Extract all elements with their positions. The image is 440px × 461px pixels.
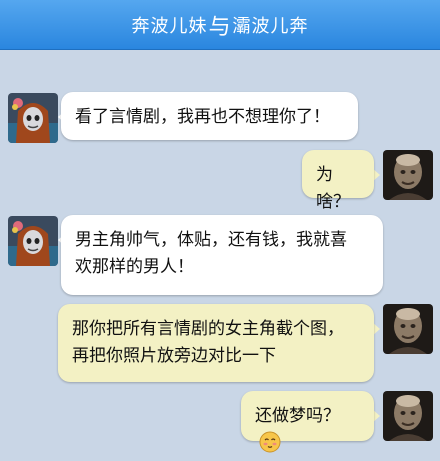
girl-avatar-icon xyxy=(8,216,58,266)
message-text-line: 男主角帅气，体贴，还有钱，我就喜 xyxy=(75,230,347,249)
message-text-line: 欢那样的男人！ xyxy=(75,257,194,276)
title-bar: 奔波儿妹 与 灞波儿奔 xyxy=(0,0,440,50)
man-avatar-icon xyxy=(383,391,433,441)
message-text-line: 再把你照片放旁边对比一下 xyxy=(72,346,276,365)
avatar-girl[interactable] xyxy=(8,216,58,266)
contact-name-left: 奔波儿妹 xyxy=(131,15,208,36)
message-bubble-4[interactable]: 那你把所有言情剧的女主角截个图， 再把你照片放旁边对比一下 xyxy=(58,304,374,382)
message-text: 为啥？ xyxy=(316,165,350,211)
title-connector: 与 xyxy=(208,13,232,39)
message-text: 还做梦吗？ xyxy=(255,406,340,425)
shy-face-emoji-icon xyxy=(259,431,281,453)
man-avatar-icon xyxy=(383,150,433,200)
avatar-man[interactable] xyxy=(383,391,433,441)
chat-area[interactable]: 看了言情剧，我再也不想理你了！ 为啥？ 男主角帅气，体贴，还有钱，我就喜 欢那样… xyxy=(0,50,440,457)
message-text: 看了言情剧，我再也不想理你了！ xyxy=(75,107,330,126)
avatar-man[interactable] xyxy=(383,150,433,200)
message-bubble-1[interactable]: 看了言情剧，我再也不想理你了！ xyxy=(61,92,358,140)
girl-avatar-icon xyxy=(8,93,58,143)
message-bubble-3[interactable]: 男主角帅气，体贴，还有钱，我就喜 欢那样的男人！ xyxy=(61,215,383,295)
message-text-line: 那你把所有言情剧的女主角截个图， xyxy=(72,319,344,338)
avatar-man[interactable] xyxy=(383,304,433,354)
avatar-girl[interactable] xyxy=(8,93,58,143)
man-avatar-icon xyxy=(383,304,433,354)
contact-name-right: 灞波儿奔 xyxy=(232,15,309,36)
message-bubble-5[interactable]: 还做梦吗？ xyxy=(241,391,374,453)
message-bubble-2[interactable]: 为啥？ xyxy=(302,150,374,211)
